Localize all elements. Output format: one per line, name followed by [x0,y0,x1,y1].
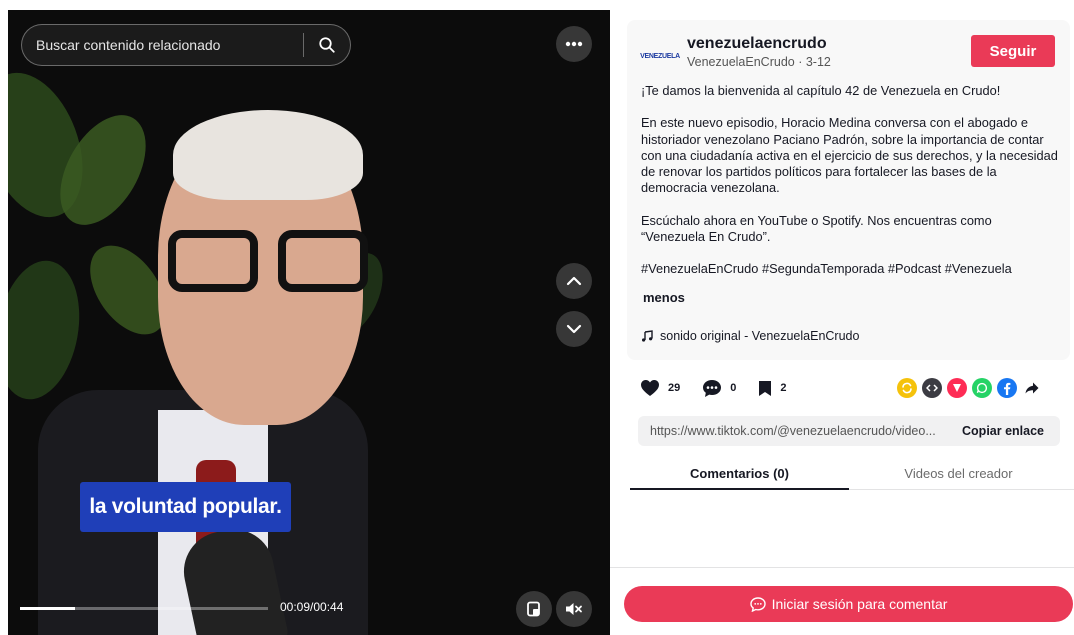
tab-comments[interactable]: Comentarios (0) [630,458,849,490]
login-to-comment-button[interactable]: Iniciar sesión para comentar [624,586,1073,622]
comment-count: 0 [730,382,737,394]
share-link-box: https://www.tiktok.com/@venezuelaencrudo… [638,416,1060,446]
related-search-bar[interactable]: Buscar contenido relacionado [21,24,351,66]
more-share-button[interactable] [1022,378,1042,398]
avatar-logo-text: VENEZUELA [640,52,680,60]
picture-in-picture-icon [527,601,540,617]
like-button[interactable]: 29 [640,379,680,397]
share-url[interactable]: https://www.tiktok.com/@venezuelaencrudo… [638,424,954,438]
chevron-up-icon [566,276,582,286]
video-progress-bar[interactable] [20,607,268,610]
author-display-name: VenezuelaEnCrudo [687,55,795,69]
like-count: 29 [668,382,681,394]
tab-creator-videos[interactable]: Videos del creador [849,458,1068,489]
video-progress-fill [20,607,75,610]
video-frame [8,10,610,635]
send-icon [953,384,961,392]
volume-muted-icon [566,603,582,615]
show-less-link[interactable]: menos [643,290,685,305]
next-video-button[interactable] [556,311,592,347]
post-date: 3-12 [805,55,831,69]
facebook-icon [1004,382,1011,395]
repost-icon [902,382,912,394]
music-note-icon [642,330,653,342]
video-details-panel: VENEZUELA venezuelaencrudo VenezuelaEnCr… [610,0,1074,635]
video-caption: la voluntad popular. [80,482,291,532]
video-player[interactable]: Buscar contenido relacionado la voluntad… [8,10,610,635]
search-button[interactable] [304,25,350,65]
bookmark-icon [759,380,772,396]
previous-video-button[interactable] [556,263,592,299]
whatsapp-share-button[interactable] [972,378,992,398]
sound-label: sonido original - VenezuelaEnCrudo [660,329,860,343]
send-to-friends-button[interactable] [947,378,967,398]
chevron-down-icon [566,324,582,334]
follow-button[interactable]: Seguir [971,35,1055,67]
share-arrow-icon [1025,382,1039,394]
author-avatar[interactable]: VENEZUELA [640,41,680,71]
search-icon [319,37,335,53]
comment-icon [703,379,722,397]
save-count: 2 [780,382,787,394]
embed-button[interactable] [922,378,942,398]
facebook-share-button[interactable] [997,378,1017,398]
login-to-comment-label: Iniciar sesión para comentar [771,596,948,612]
repost-button[interactable] [897,378,917,398]
description-hashtags[interactable]: #VenezuelaEnCrudo #SegundaTemporada #Pod… [641,261,1059,277]
more-options-button[interactable] [556,26,592,62]
description-paragraph: ¡Te damos la bienvenida al capítulo 42 d… [641,83,1001,98]
divider [610,567,1074,568]
video-description: ¡Te damos la bienvenida al capítulo 42 d… [641,83,1059,294]
embed-code-icon [926,384,938,392]
author-subtitle: VenezuelaEnCrudo · 3-12 [687,55,831,69]
floating-player-button[interactable] [516,591,552,627]
description-paragraph: Escúchalo ahora en YouTube o Spotify. No… [641,212,992,245]
search-input[interactable]: Buscar contenido relacionado [22,37,303,53]
save-button[interactable]: 2 [758,380,787,397]
more-icon [565,41,583,47]
comment-button[interactable]: 0 [702,379,736,398]
heart-icon [641,380,659,396]
description-paragraph: En este nuevo episodio, Horacio Medina c… [641,115,1058,196]
sound-link[interactable]: sonido original - VenezuelaEnCrudo [641,329,859,343]
author-username[interactable]: venezuelaencrudo [687,35,827,53]
engagement-bar: 29 0 2 [640,376,809,400]
share-options [897,378,1042,398]
comment-outline-icon [749,596,766,612]
comments-list [610,491,1074,567]
video-info-card: VENEZUELA venezuelaencrudo VenezuelaEnCr… [627,20,1070,360]
copy-link-button[interactable]: Copiar enlace [954,424,1060,438]
video-time: 00:09/00:44 [280,600,344,614]
panel-tabs: Comentarios (0) Videos del creador [630,458,1074,490]
whatsapp-icon [976,382,988,394]
mute-button[interactable] [556,591,592,627]
